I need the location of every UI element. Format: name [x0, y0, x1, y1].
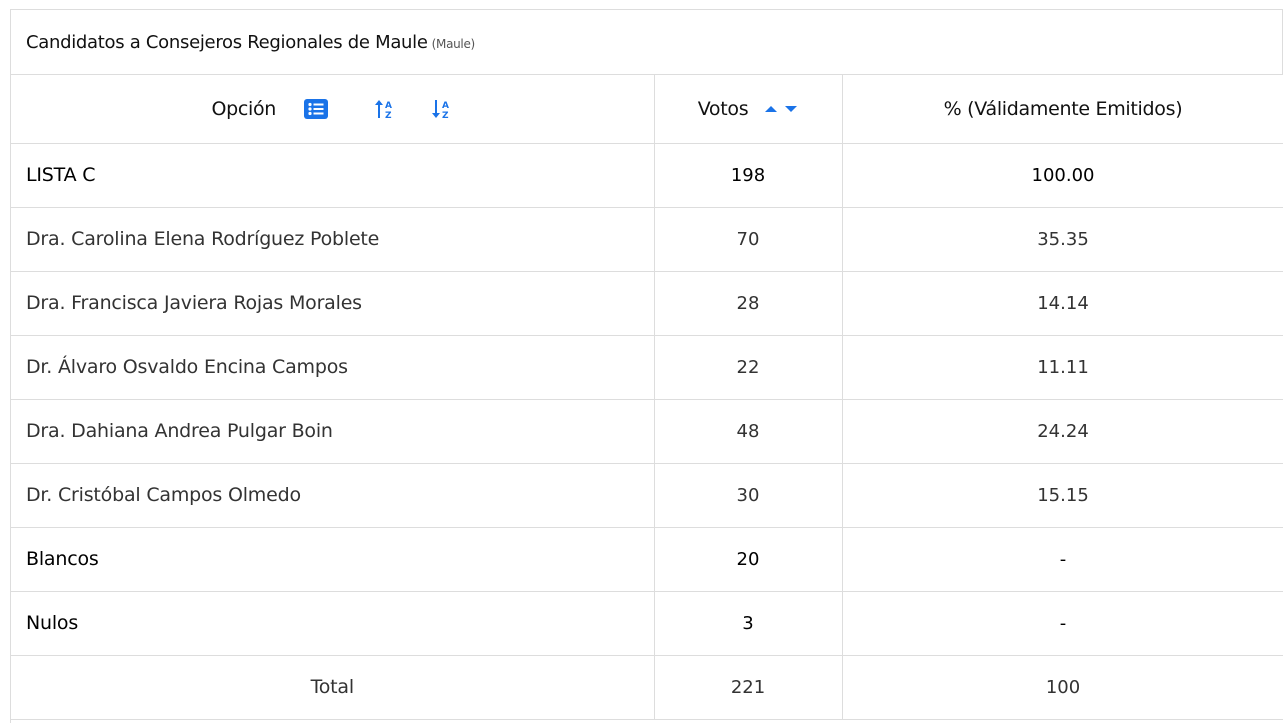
percent-cell: - — [842, 527, 1283, 592]
table-row: Dra. Francisca Javiera Rojas Morales 28 … — [11, 271, 1283, 336]
total-votes: 221 — [654, 655, 843, 720]
option-cell: Dra. Francisca Javiera Rojas Morales — [11, 271, 655, 336]
option-cell: Dra. Dahiana Andrea Pulgar Boin — [11, 399, 655, 464]
svg-text:A: A — [385, 101, 392, 111]
votes-cell: 20 — [654, 527, 843, 592]
total-percent: 100 — [842, 655, 1283, 720]
option-cell: Dra. Carolina Elena Rodríguez Poblete — [11, 207, 655, 272]
option-cell: Nulos — [11, 591, 655, 656]
votes-cell: 28 — [654, 271, 843, 336]
table-row: Blancos 20 - — [11, 527, 1283, 592]
votes-cell: 30 — [654, 463, 843, 528]
percent-cell: 11.11 — [842, 335, 1283, 400]
table-row: Dra. Dahiana Andrea Pulgar Boin 48 24.24 — [11, 399, 1283, 464]
table-caption: Candidatos a Consejeros Regionales de Ma… — [11, 10, 1283, 75]
votes-cell: 70 — [654, 207, 843, 272]
caption-title: Candidatos a Consejeros Regionales de Ma… — [26, 31, 428, 53]
percent-cell: 35.35 — [842, 207, 1283, 272]
option-cell: Dr. Cristóbal Campos Olmedo — [11, 463, 655, 528]
total-row: Total 221 100 — [11, 655, 1283, 720]
results-table: Opción A Z A Z Votos % (Válidamente Emit… — [11, 75, 1283, 720]
votes-cell: 48 — [654, 399, 843, 464]
votes-cell: 22 — [654, 335, 843, 400]
option-cell: Dr. Álvaro Osvaldo Encina Campos — [11, 335, 655, 400]
column-header-option: Opción A Z A Z — [11, 75, 655, 144]
option-cell: LISTA C — [11, 143, 655, 208]
option-cell: Blancos — [11, 527, 655, 592]
percent-cell: 15.15 — [842, 463, 1283, 528]
column-header-votes[interactable]: Votos — [654, 75, 843, 144]
table-row: LISTA C 198 100.00 — [11, 143, 1283, 208]
percent-cell: - — [842, 591, 1283, 656]
table-row: Dr. Álvaro Osvaldo Encina Campos 22 11.1… — [11, 335, 1283, 400]
list-icon[interactable] — [304, 98, 329, 119]
votes-cell: 3 — [654, 591, 843, 656]
svg-text:A: A — [442, 101, 449, 111]
percent-cell: 100.00 — [842, 143, 1283, 208]
table-row: Dra. Carolina Elena Rodríguez Poblete 70… — [11, 207, 1283, 272]
header-row: Opción A Z A Z Votos % (Válidamente Emit… — [11, 75, 1283, 144]
table-row: Nulos 3 - — [11, 591, 1283, 656]
svg-text:Z: Z — [385, 111, 392, 119]
svg-text:Z: Z — [442, 111, 449, 119]
sort-alpha-up-icon[interactable]: A Z — [374, 99, 396, 119]
results-panel: Candidatos a Consejeros Regionales de Ma… — [10, 9, 1283, 723]
column-header-percent: % (Válidamente Emitidos) — [842, 75, 1283, 144]
sort-caret-down-icon[interactable] — [784, 104, 798, 114]
option-header-label: Opción — [211, 97, 277, 120]
total-label: Total — [11, 655, 655, 720]
sort-caret-up-icon[interactable] — [764, 104, 778, 114]
votes-cell: 198 — [654, 143, 843, 208]
sort-alpha-down-icon[interactable]: A Z — [431, 99, 453, 119]
votes-header-label: Votos — [697, 97, 749, 120]
caption-subtitle: (Maule) — [431, 36, 476, 51]
table-row: Dr. Cristóbal Campos Olmedo 30 15.15 — [11, 463, 1283, 528]
percent-cell: 14.14 — [842, 271, 1283, 336]
percent-cell: 24.24 — [842, 399, 1283, 464]
